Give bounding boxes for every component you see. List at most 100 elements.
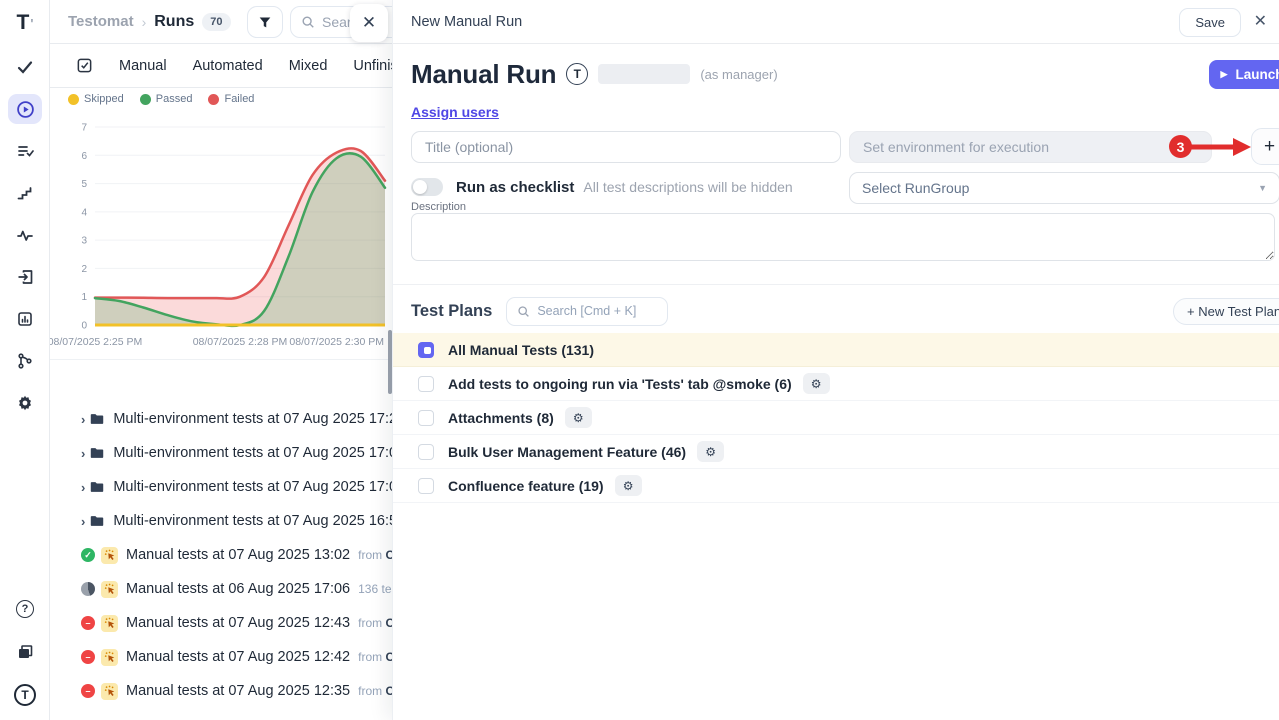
rungroup-placeholder: Select RunGroup	[862, 180, 969, 196]
breadcrumb-project[interactable]: Testomat	[68, 13, 134, 30]
plan-label: All Manual Tests (131)	[448, 342, 594, 358]
rungroup-select[interactable]: Select RunGroup ▼	[849, 172, 1279, 204]
search-icon	[301, 15, 315, 29]
test-plans-search-input[interactable]	[537, 304, 655, 318]
folder-icon	[89, 445, 105, 461]
owner-name-redacted	[598, 64, 690, 84]
run-as-checklist-toggle[interactable]	[411, 178, 443, 196]
run-label: Manual tests at 07 Aug 2025 13:02	[126, 547, 350, 563]
profile-icon[interactable]: T	[8, 680, 42, 710]
search-icon	[517, 305, 530, 318]
plan-checkbox[interactable]	[418, 342, 434, 358]
status-passed-icon: ✓	[81, 548, 95, 562]
run-row[interactable]: Manual tests at 06 Aug 2025 17:06136 tes…	[50, 572, 392, 606]
sidebar-item-tests[interactable]	[8, 52, 42, 82]
docs-icon[interactable]	[8, 637, 42, 667]
play-icon: ▶	[1221, 69, 1228, 80]
plan-settings-button[interactable]: ⚙	[697, 441, 724, 462]
add-environment-button[interactable]: +	[1251, 128, 1279, 165]
filter-button[interactable]	[247, 6, 283, 38]
run-row[interactable]: –Manual tests at 07 Aug 2025 12:42from C…	[50, 640, 392, 674]
run-group-row[interactable]: ›Multi-environment tests at 07 Aug 2025 …	[50, 436, 392, 470]
close-icon[interactable]: ✕	[1254, 12, 1267, 32]
plan-settings-button[interactable]: ⚙	[565, 407, 592, 428]
run-row[interactable]: –Manual tests at 07 Aug 2025 12:43from C…	[50, 606, 392, 640]
plan-checkbox[interactable]	[418, 410, 434, 426]
gear-icon: ⚙	[573, 412, 584, 424]
tab-mixed[interactable]: Mixed	[289, 58, 328, 74]
manual-run-icon	[101, 581, 118, 598]
plan-label: Confluence feature (19)	[448, 478, 604, 494]
legend-failed-label: Failed	[224, 93, 254, 105]
checklist-label: Run as checklist	[456, 179, 574, 196]
run-group-row[interactable]: ›Multi-environment tests at 07 Aug 2025 …	[50, 504, 392, 538]
folder-icon	[89, 513, 105, 529]
plan-settings-button[interactable]: ⚙	[615, 475, 642, 496]
plan-checkbox[interactable]	[418, 376, 434, 392]
panel-back-close-button[interactable]: ✕	[350, 4, 388, 42]
sidebar-item-analytics[interactable]	[8, 304, 42, 334]
help-icon[interactable]: ?	[8, 594, 42, 624]
chevron-right-icon[interactable]: ›	[81, 412, 85, 427]
sidebar-item-pulse[interactable]	[8, 220, 42, 250]
sidebar-item-suites[interactable]	[8, 136, 42, 166]
chevron-right-icon[interactable]: ›	[81, 480, 85, 495]
run-group-label: Multi-environment tests at 07 Aug 2025 1…	[113, 479, 405, 495]
branches-icon	[16, 352, 34, 370]
sidebar-item-steps[interactable]	[8, 178, 42, 208]
chart-divider	[50, 359, 392, 360]
environment-input[interactable]	[849, 131, 1212, 163]
app-logo-icon[interactable]: T'	[0, 8, 50, 38]
plan-checkbox[interactable]	[418, 444, 434, 460]
run-group-label: Multi-environment tests at 07 Aug 2025 1…	[113, 513, 405, 529]
legend-passed-label: Passed	[156, 93, 193, 105]
save-button[interactable]: Save	[1179, 8, 1241, 37]
test-plan-row[interactable]: Confluence feature (19) ⚙	[393, 469, 1279, 503]
select-all-icon[interactable]	[76, 57, 93, 74]
run-label: Manual tests at 07 Aug 2025 12:43	[126, 615, 350, 631]
svg-text:0: 0	[81, 321, 87, 332]
assign-users-link[interactable]: Assign users	[411, 104, 499, 120]
panel-header: New Manual Run Save ✕	[393, 0, 1279, 44]
folder-icon	[89, 479, 105, 495]
svg-text:5: 5	[81, 179, 87, 190]
sidebar-item-settings[interactable]	[8, 388, 42, 418]
sidebar-nav	[0, 52, 50, 418]
plan-settings-button[interactable]: ⚙	[803, 373, 830, 394]
run-group-row[interactable]: ›Multi-environment tests at 07 Aug 2025 …	[50, 470, 392, 504]
status-failed-icon: –	[81, 616, 95, 630]
run-row[interactable]: –Manual tests at 07 Aug 2025 12:35from C…	[50, 674, 392, 708]
manual-run-icon	[101, 683, 118, 700]
chevron-right-icon[interactable]: ›	[81, 514, 85, 529]
sidebar-item-import[interactable]	[8, 262, 42, 292]
analytics-icon	[16, 310, 34, 328]
manual-run-icon	[101, 649, 118, 666]
tab-manual[interactable]: Manual	[119, 58, 167, 74]
run-group-row[interactable]: ›Multi-environment tests at 07 Aug 2025 …	[50, 402, 392, 436]
logo-letter: T	[17, 11, 30, 35]
test-plan-row[interactable]: Attachments (8) ⚙	[393, 401, 1279, 435]
tab-automated[interactable]: Automated	[193, 58, 263, 74]
plan-checkbox[interactable]	[418, 478, 434, 494]
test-plan-row[interactable]: All Manual Tests (131)	[393, 333, 1279, 367]
title-input[interactable]	[411, 131, 841, 163]
manual-run-icon	[101, 547, 118, 564]
plan-label: Attachments (8)	[448, 410, 554, 426]
test-plans-search[interactable]	[506, 297, 668, 326]
description-textarea[interactable]	[411, 213, 1275, 261]
new-test-plan-button[interactable]: + New Test Plan	[1173, 298, 1279, 325]
sidebar: T' ? T	[0, 0, 50, 720]
runs-icon	[16, 100, 35, 119]
chevron-right-icon[interactable]: ›	[81, 446, 85, 461]
sidebar-item-runs[interactable]	[8, 94, 42, 124]
test-plan-row[interactable]: Bulk User Management Feature (46)⚙	[393, 435, 1279, 469]
x-tick-label: 08/07/2025 2:28 PM	[193, 336, 288, 348]
status-failed-icon: –	[81, 650, 95, 664]
annotation-arrow-icon	[1189, 136, 1253, 158]
sidebar-item-branches[interactable]	[8, 346, 42, 376]
svg-text:4: 4	[81, 207, 87, 218]
run-row[interactable]: ✓Manual tests at 07 Aug 2025 13:02from C…	[50, 538, 392, 572]
test-plan-row[interactable]: Add tests to ongoing run via 'Tests' tab…	[393, 367, 1279, 401]
launch-button[interactable]: ▶Launch	[1209, 60, 1279, 89]
plans-divider	[393, 284, 1279, 285]
